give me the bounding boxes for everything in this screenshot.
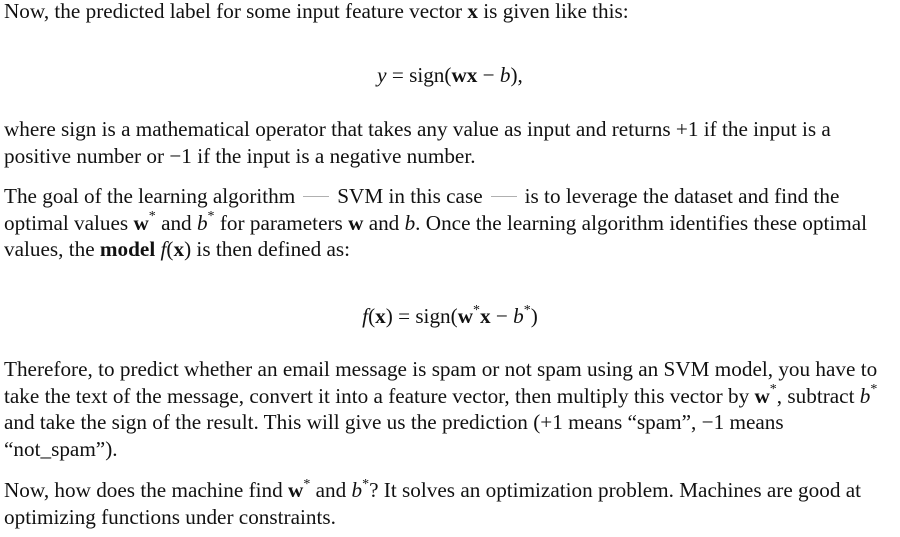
math-w: w (348, 210, 364, 235)
math-x: x (173, 237, 185, 261)
text-span: Now, how does the machine find (4, 478, 289, 502)
math-b: b (513, 304, 524, 328)
math-star: * (523, 302, 531, 318)
equation-model: f(x) = sign(w*x − b*) (4, 303, 896, 330)
math-op: ) = sign( (385, 304, 458, 328)
paragraph-optimization: Now, how does the machine find w* and b*… (4, 477, 896, 530)
paragraph-learning-goal: The goal of the learning algorithm SVM in… (4, 183, 896, 263)
math-close: ) (530, 304, 538, 328)
math-op: = sign( (386, 63, 452, 87)
text-span: is given like this: (478, 0, 629, 23)
math-star: * (473, 302, 481, 318)
paragraph-spam-prediction: Therefore, to predict whether an email m… (4, 356, 896, 462)
vector-x: x (467, 0, 478, 23)
text-span: Now, the predicted label for some input … (4, 0, 468, 23)
text-span: and (363, 210, 405, 235)
paragraph-predicted-label: Now, the predicted label for some input … (4, 0, 629, 25)
math-b: b (859, 383, 871, 408)
em-dash (303, 195, 330, 197)
text-span: and (155, 210, 197, 235)
term-model: model (99, 237, 156, 261)
math-w: w (754, 383, 770, 408)
math-wx: wx (451, 63, 478, 87)
math-minus: − (477, 63, 500, 87)
math-w: w (457, 304, 474, 328)
text-span: Therefore, to predict whether an email m… (4, 357, 878, 408)
math-b: b (404, 210, 416, 235)
paragraph-sign-operator: where sign is a mathematical operator th… (4, 117, 831, 168)
math-minus: − (490, 304, 514, 328)
math-b: b (351, 478, 363, 502)
text-span: , subtract (776, 383, 860, 408)
math-x: x (480, 304, 491, 328)
math-star: * (362, 476, 370, 492)
text-span: for parameters (214, 210, 349, 235)
text-span: ) is then defined as: (184, 237, 350, 261)
text-span: and (310, 478, 352, 502)
text-span: The goal of the learning algorithm (4, 184, 296, 208)
math-b: b (499, 63, 511, 87)
text-span: and take the sign of the result. This wi… (4, 410, 784, 461)
math-star: * (207, 209, 215, 225)
equation-prediction: y = sign(wx − b), (4, 62, 896, 89)
math-b: b (196, 210, 208, 235)
text-span: SVM in this case (337, 184, 483, 208)
em-dash (490, 195, 517, 197)
math-w: w (133, 210, 149, 235)
math-star: * (870, 382, 878, 398)
math-star: * (303, 476, 311, 492)
math-star: * (769, 382, 777, 398)
math-y: y (377, 63, 387, 87)
math-close: ), (510, 63, 523, 87)
math-w: w (288, 478, 304, 502)
math-x: x (375, 304, 386, 328)
math-star: * (148, 209, 156, 225)
